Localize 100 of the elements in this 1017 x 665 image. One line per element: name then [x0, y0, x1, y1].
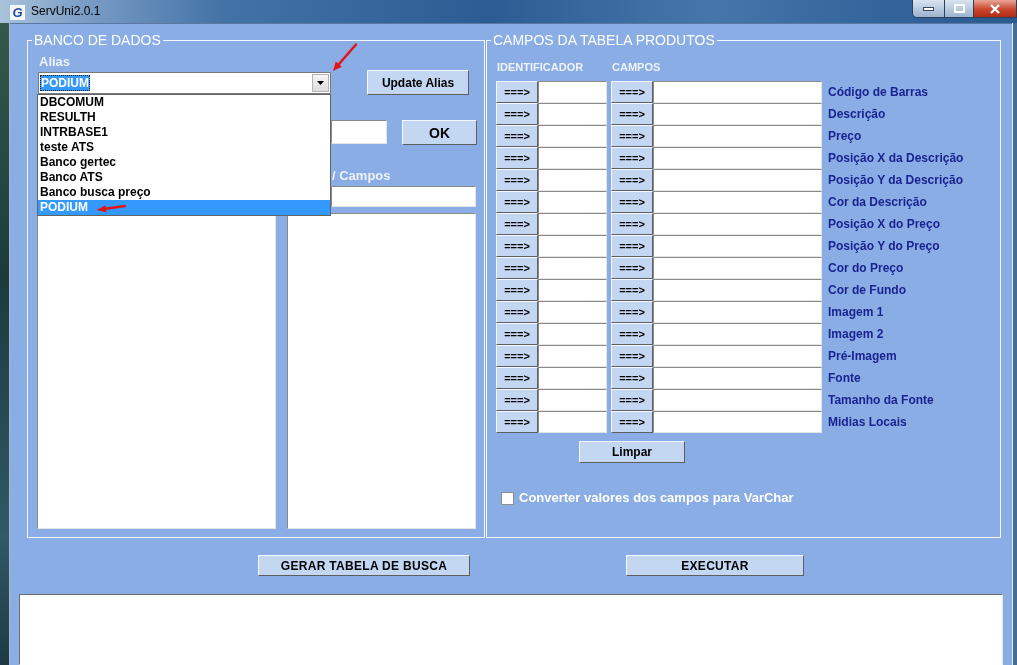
arrow-button[interactable]: ===> [496, 81, 538, 103]
arrow-button[interactable]: ===> [496, 411, 538, 433]
text-field[interactable] [538, 213, 607, 235]
text-field[interactable] [653, 411, 822, 433]
text-field[interactable] [653, 367, 822, 389]
text-field[interactable] [538, 125, 607, 147]
text-field[interactable] [653, 345, 822, 367]
arrow-button[interactable]: ===> [611, 345, 653, 367]
arrow-button[interactable]: ===> [611, 389, 653, 411]
arrow-button[interactable]: ===> [496, 257, 538, 279]
arrow-button[interactable]: ===> [611, 81, 653, 103]
field-label: Posição X do Preço [828, 216, 941, 232]
dropdown-option[interactable]: Banco ATS [38, 170, 330, 185]
arrow-button[interactable]: ===> [611, 279, 653, 301]
field-label: Imagem 2 [828, 326, 884, 342]
text-field[interactable] [653, 323, 822, 345]
close-icon [989, 3, 1001, 14]
text-field[interactable] [331, 120, 387, 144]
text-field[interactable] [653, 81, 822, 103]
text-field[interactable] [538, 169, 607, 191]
arrow-button[interactable]: ===> [496, 235, 538, 257]
checkbox[interactable] [501, 491, 514, 505]
arrow-button[interactable]: ===> [496, 345, 538, 367]
arrow-button[interactable]: ===> [496, 301, 538, 323]
text-field[interactable] [538, 367, 607, 389]
column-header: IDENTIFICADOR [497, 61, 584, 74]
arrow-button[interactable]: ===> [496, 367, 538, 389]
dropdown-option[interactable]: teste ATS [38, 140, 330, 155]
arrow-button[interactable]: ===> [611, 125, 653, 147]
text-field[interactable] [653, 257, 822, 279]
text-field[interactable] [538, 103, 607, 125]
arrow-button[interactable]: ===> [611, 191, 653, 213]
text-field[interactable] [538, 81, 607, 103]
arrow-button[interactable]: ===> [611, 411, 653, 433]
maximize-button[interactable] [945, 0, 974, 18]
minimize-button[interactable] [912, 0, 945, 18]
close-button[interactable] [974, 0, 1017, 18]
dropdown-button[interactable] [312, 74, 329, 92]
dropdown-option[interactable]: Banco busca preço [38, 185, 330, 200]
group-title: CAMPOS DA TABELA PRODUTOS [492, 33, 716, 48]
arrow-button[interactable]: ===> [611, 257, 653, 279]
arrow-button[interactable]: ===> [611, 169, 653, 191]
text-field[interactable] [653, 301, 822, 323]
text-field[interactable] [653, 213, 822, 235]
text-field[interactable] [653, 147, 822, 169]
text-field[interactable] [653, 103, 822, 125]
text-field[interactable] [653, 169, 822, 191]
field-label: / Campos [332, 168, 391, 184]
text-field[interactable] [538, 411, 607, 433]
arrow-button[interactable]: ===> [496, 279, 538, 301]
text-field[interactable] [653, 125, 822, 147]
clear-button[interactable]: Limpar [579, 441, 685, 463]
text-field[interactable] [538, 279, 607, 301]
caret-icon [317, 81, 324, 85]
arrow-button[interactable]: ===> [496, 323, 538, 345]
ok-button[interactable]: OK [402, 120, 477, 145]
arrow-button[interactable]: ===> [496, 103, 538, 125]
field-label: Midias Locais [828, 414, 907, 430]
arrow-button[interactable]: ===> [611, 213, 653, 235]
text-field[interactable] [538, 345, 607, 367]
arrow-button[interactable]: ===> [496, 213, 538, 235]
text-field[interactable] [653, 279, 822, 301]
field-label: Imagem 1 [828, 304, 884, 320]
text-field[interactable] [653, 235, 822, 257]
arrow-button[interactable]: ===> [611, 103, 653, 125]
dropdown-option[interactable]: Banco gertec [38, 155, 330, 170]
text-field[interactable] [538, 191, 607, 213]
dropdown-option[interactable]: DBCOMUM [38, 95, 330, 110]
annotation-arrow-icon [95, 203, 127, 214]
arrow-button[interactable]: ===> [611, 367, 653, 389]
field-label: Descrição [828, 106, 886, 122]
arrow-button[interactable]: ===> [496, 125, 538, 147]
text-field[interactable] [653, 389, 822, 411]
text-field[interactable] [538, 147, 607, 169]
text-field[interactable] [538, 301, 607, 323]
arrow-button[interactable]: ===> [496, 169, 538, 191]
text-field[interactable] [331, 186, 476, 207]
arrow-button[interactable]: ===> [611, 235, 653, 257]
field-label: Tamanho da Fonte [828, 392, 934, 408]
field-label: Cor da Descrição [828, 194, 927, 210]
arrow-button[interactable]: ===> [496, 147, 538, 169]
execute-button[interactable]: EXECUTAR [626, 555, 804, 576]
text-field[interactable] [538, 389, 607, 411]
dropdown-option[interactable]: INTRBASE1 [38, 125, 330, 140]
text-field[interactable] [538, 235, 607, 257]
dropdown-option[interactable]: RESULTH [38, 110, 330, 125]
arrow-button[interactable]: ===> [611, 147, 653, 169]
text-field[interactable] [653, 191, 822, 213]
minimize-icon [923, 6, 934, 11]
field-label: Pré-Imagem [828, 348, 897, 364]
field-label: Posição Y do Preço [828, 238, 940, 254]
text-field[interactable] [538, 257, 607, 279]
arrow-button[interactable]: ===> [496, 389, 538, 411]
generate-table-button[interactable]: GERAR TABELA DE BUSCA [258, 555, 470, 576]
arrow-button[interactable]: ===> [611, 301, 653, 323]
checkbox-label: Converter valores dos campos para VarChar [519, 490, 794, 506]
arrow-button[interactable]: ===> [496, 191, 538, 213]
update-alias-button[interactable]: Update Alias [367, 70, 469, 95]
text-field[interactable] [538, 323, 607, 345]
arrow-button[interactable]: ===> [611, 323, 653, 345]
